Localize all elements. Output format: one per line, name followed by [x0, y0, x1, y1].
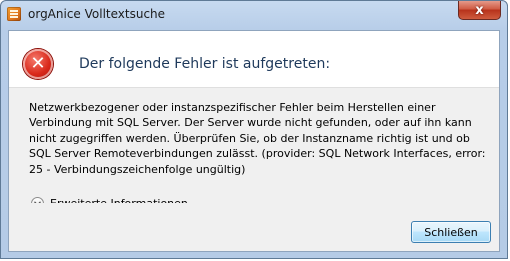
close-icon: x [475, 2, 484, 18]
main-instruction: Der folgende Fehler ist aufgetreten: [79, 56, 331, 72]
close-window-button[interactable]: x [458, 1, 501, 20]
dialog-header: ✕ Der folgende Fehler ist aufgetreten: [9, 31, 499, 87]
error-message: Netzwerkbezogener oder instanzspezifisch… [29, 101, 486, 176]
organice-app-icon [7, 7, 21, 21]
dialog-footer: Schließen [9, 203, 499, 251]
dialog-content: ✕ Der folgende Fehler ist aufgetreten: N… [8, 30, 500, 252]
close-button[interactable]: Schließen [411, 221, 491, 243]
title-bar[interactable]: orgAnice Volltextsuche x [1, 1, 507, 29]
dialog-window: orgAnice Volltextsuche x ✕ Der folgende … [0, 0, 508, 259]
error-icon: ✕ [23, 49, 53, 79]
window-title: orgAnice Volltextsuche [28, 7, 166, 21]
